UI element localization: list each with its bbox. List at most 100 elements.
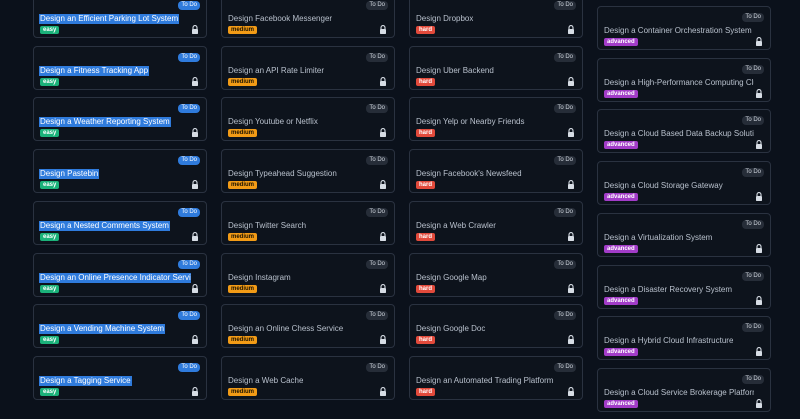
problem-title[interactable]: Design a Tagging Service (39, 375, 132, 386)
problem-card[interactable]: To Do Design an Online Chess Service mediu… (221, 304, 395, 349)
problem-title[interactable]: Design an Efficient Parking Lot System (39, 14, 180, 24)
problem-card[interactable]: To Do Design a Weather Reporting System ea… (33, 97, 207, 142)
problem-card[interactable]: To Do Design Dropbox hard (409, 0, 583, 38)
problem-card[interactable]: To Do Design Google Doc hard (409, 304, 583, 349)
problem-card[interactable]: To Do Design a Virtualization System advan… (597, 212, 771, 257)
problem-title[interactable]: Design Google Doc (416, 324, 485, 334)
problem-title[interactable]: Design Google Map (416, 273, 487, 283)
status-badge: To Do (554, 311, 576, 321)
status-badge: To Do (554, 104, 576, 114)
status-badge: To Do (366, 156, 388, 166)
problem-card[interactable]: To Do Design Yelp or Nearby Friends hard (409, 97, 583, 142)
problem-card[interactable]: To Do Design an Efficient Parking Lot Sys… (33, 0, 207, 38)
lock-icon (191, 76, 199, 86)
lock-icon (379, 180, 387, 190)
problem-title[interactable]: Design Instagram (228, 273, 291, 283)
problem-card[interactable]: To Do Design a Hybrid Cloud Infrastructur… (597, 316, 771, 361)
problem-title[interactable]: Design a Weather Reporting System (39, 117, 171, 128)
problem-title[interactable]: Design a Virtualization System (604, 233, 712, 243)
problem-title[interactable]: Design a Cloud Based Data Backup Solutio… (604, 129, 754, 139)
difficulty-badge: medium (228, 26, 258, 34)
problem-title[interactable]: Design a Disaster Recovery System (604, 285, 732, 295)
lock-icon (379, 335, 387, 345)
problem-card[interactable]: To Do Design Instagram medium (221, 252, 395, 297)
problem-card[interactable]: To Do Design Uber Backend hard (409, 45, 583, 90)
difficulty-badge: easy (40, 77, 60, 86)
difficulty-badge: easy (40, 387, 60, 396)
lock-icon (755, 347, 763, 357)
problem-title[interactable]: Design a High-Performance Computing Clus… (604, 78, 754, 88)
problem-card[interactable]: To Do Design a Vending Machine System easy (33, 304, 207, 349)
problem-title[interactable]: Design an Online Chess Service (228, 324, 343, 334)
problem-title[interactable]: Design an API Rate Limiter (228, 66, 324, 76)
status-badge: To Do (178, 207, 200, 217)
problem-title[interactable]: Design a Web Crawler (416, 221, 496, 231)
difficulty-badge: hard (416, 77, 436, 86)
difficulty-badge: advanced (604, 193, 638, 202)
lock-icon (379, 25, 387, 34)
problem-card[interactable]: To Do Design an Online Presence Indicator… (33, 252, 207, 297)
problem-title[interactable]: Design a Nested Comments System (39, 220, 170, 231)
problem-title[interactable]: Design Pastebin (39, 169, 100, 180)
problem-title[interactable]: Design a Web Cache (228, 376, 303, 386)
problem-title[interactable]: Design Facebook Messenger (228, 14, 332, 24)
problem-title[interactable]: Design Uber Backend (416, 66, 494, 76)
problem-card[interactable]: To Do Design a Fitness Tracking App easy (33, 45, 207, 90)
problem-title[interactable]: Design Youtube or Netflix (228, 117, 318, 127)
status-badge: To Do (742, 271, 764, 281)
problem-card[interactable]: To Do Design Youtube or Netflix medium (221, 97, 395, 142)
problem-title[interactable]: Design Twitter Search (228, 221, 306, 231)
status-badge: To Do (742, 13, 764, 22)
problem-card[interactable]: To Do Design Twitter Search medium (221, 200, 395, 245)
problem-title[interactable]: Design an Online Presence Indicator Serv… (39, 272, 191, 283)
problem-card[interactable]: To Do Design a Cloud Service Brokerage Pl… (597, 367, 771, 412)
lock-icon (191, 283, 199, 293)
difficulty-badge: medium (228, 77, 258, 86)
problem-card[interactable]: To Do Design a Web Crawler hard (409, 200, 583, 245)
problem-title[interactable]: Design Yelp or Nearby Friends (416, 117, 525, 127)
problem-title[interactable]: Design a Fitness Tracking App (39, 65, 150, 76)
problem-card[interactable]: To Do Design a Web Cache medium (221, 355, 395, 400)
problem-card[interactable]: To Do Design a Disaster Recovery System ad… (597, 264, 771, 309)
problem-card[interactable]: To Do Design Facebook's Newsfeed hard (409, 149, 583, 194)
problem-title[interactable]: Design a Hybrid Cloud Infrastructure (604, 336, 733, 346)
difficulty-badge: advanced (604, 89, 638, 98)
problem-title[interactable]: Design Facebook's Newsfeed (416, 169, 522, 179)
problem-card[interactable]: To Do Design Google Map hard (409, 252, 583, 297)
problem-title[interactable]: Design Typeahead Suggestion (228, 169, 337, 179)
status-badge: To Do (742, 374, 764, 384)
problem-card[interactable]: To Do Design Facebook Messenger medium (221, 0, 395, 38)
problem-title[interactable]: Design a Vending Machine System (39, 324, 166, 335)
status-badge: To Do (178, 104, 200, 114)
difficulty-badge: easy (40, 181, 60, 190)
lock-icon (755, 88, 763, 98)
lock-icon (567, 231, 575, 241)
problem-title[interactable]: Design a Cloud Service Brokerage Platfor… (604, 388, 754, 398)
problem-card[interactable]: To Do Design a Cloud Based Data Backup So… (597, 109, 771, 154)
problem-title[interactable]: Design Dropbox (416, 14, 473, 24)
lock-icon (567, 25, 575, 34)
problem-card[interactable]: To Do Design Typeahead Suggestion medium (221, 149, 395, 194)
lock-icon (191, 335, 199, 345)
problem-title[interactable]: Design a Cloud Storage Gateway (604, 181, 723, 191)
lock-icon (567, 76, 575, 86)
problem-card[interactable]: To Do Design Pastebin easy (33, 149, 207, 194)
status-badge: To Do (178, 362, 200, 372)
lock-icon (567, 335, 575, 345)
problem-card[interactable]: To Do Design a Cloud Storage Gateway advan… (597, 161, 771, 206)
difficulty-badge: easy (40, 232, 60, 241)
problem-card[interactable]: To Do Design a Tagging Service easy (33, 355, 207, 400)
problem-card[interactable]: To Do Design a High-Performance Computing… (597, 57, 771, 102)
lock-icon (379, 231, 387, 241)
status-badge: To Do (178, 259, 200, 269)
problem-card[interactable]: To Do Design an API Rate Limiter medium (221, 45, 395, 90)
status-badge: To Do (742, 64, 764, 74)
status-badge: To Do (366, 1, 388, 10)
problem-card[interactable]: To Do Design a Nested Comments System easy (33, 200, 207, 245)
problem-title[interactable]: Design an Automated Trading Platform (416, 376, 553, 386)
lock-icon (191, 25, 199, 34)
problem-card[interactable]: To Do Design an Automated Trading Platfor… (409, 355, 583, 400)
problem-title[interactable]: Design a Container Orchestration System (604, 26, 752, 36)
difficulty-badge: easy (40, 284, 60, 293)
problem-card[interactable]: To Do Design a Container Orchestration Sy… (597, 6, 771, 50)
